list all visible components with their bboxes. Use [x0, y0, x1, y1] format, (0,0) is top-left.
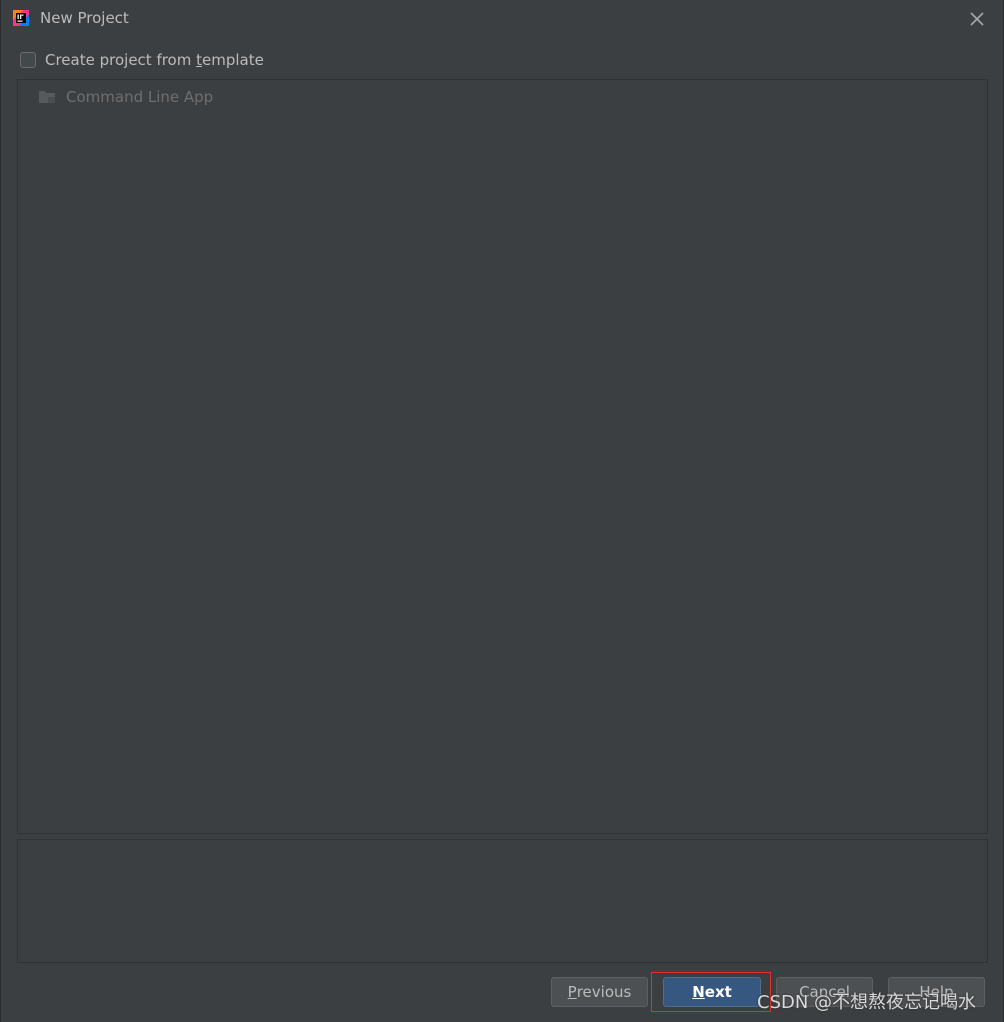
template-list[interactable]: Command Line App	[17, 79, 988, 834]
intellij-idea-icon	[13, 10, 29, 26]
list-item[interactable]: Command Line App	[38, 87, 213, 107]
list-item-label: Command Line App	[66, 88, 214, 106]
create-from-template-label[interactable]: Create project from template	[45, 51, 264, 69]
previous-button[interactable]: Previous	[551, 977, 648, 1007]
close-icon[interactable]	[965, 7, 989, 31]
dialog-title: New Project	[40, 9, 129, 27]
cancel-button[interactable]: Cancel	[776, 977, 873, 1007]
create-from-template-option[interactable]: Create project from template	[20, 49, 264, 71]
next-button[interactable]: Next	[663, 977, 761, 1007]
title-bar: New Project	[1, 0, 1003, 38]
new-project-dialog: New Project Create project from template…	[0, 0, 1004, 1022]
create-from-template-checkbox[interactable]	[20, 52, 36, 68]
help-button[interactable]: Help	[888, 977, 985, 1007]
template-description-panel	[17, 839, 988, 963]
folder-icon	[39, 91, 55, 103]
